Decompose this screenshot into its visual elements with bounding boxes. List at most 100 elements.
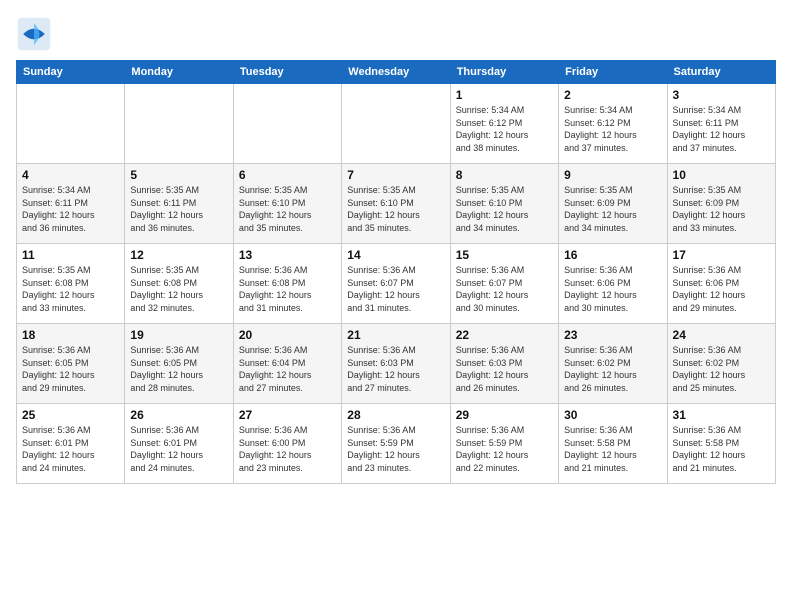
calendar-day-16: 16 Sunrise: 5:36 AM Sunset: 6:06 PM Dayli… <box>559 244 667 324</box>
calendar-empty-cell <box>17 84 125 164</box>
day-info: Sunrise: 5:35 AM Sunset: 6:10 PM Dayligh… <box>456 184 553 234</box>
day-number: 25 <box>22 408 119 422</box>
weekday-header-row: SundayMondayTuesdayWednesdayThursdayFrid… <box>17 61 776 84</box>
calendar-week-row: 4Sunrise: 5:34 AM Sunset: 6:11 PM Daylig… <box>17 164 776 244</box>
day-number: 19 <box>130 328 227 342</box>
day-number: 28 <box>347 408 444 422</box>
calendar-week-row: 25 Sunrise: 5:36 AM Sunset: 6:01 PM Dayli… <box>17 404 776 484</box>
day-number: 16 <box>564 248 661 262</box>
day-info: Sunrise: 5:36 AM Sunset: 5:58 PM Dayligh… <box>673 424 770 474</box>
day-number: 15 <box>456 248 553 262</box>
calendar-day-24: 24 Sunrise: 5:36 AM Sunset: 6:02 PM Dayli… <box>667 324 775 404</box>
calendar-day-31: 31 Sunrise: 5:36 AM Sunset: 5:58 PM Dayli… <box>667 404 775 484</box>
weekday-header-sunday: Sunday <box>17 61 125 84</box>
day-info: Sunrise: 5:35 AM Sunset: 6:08 PM Dayligh… <box>130 264 227 314</box>
day-info: Sunrise: 5:34 AM Sunset: 6:12 PM Dayligh… <box>564 104 661 154</box>
calendar-day-26: 26 Sunrise: 5:36 AM Sunset: 6:01 PM Dayli… <box>125 404 233 484</box>
day-number: 8 <box>456 168 553 182</box>
day-info: Sunrise: 5:36 AM Sunset: 6:02 PM Dayligh… <box>564 344 661 394</box>
day-info: Sunrise: 5:34 AM Sunset: 6:12 PM Dayligh… <box>456 104 553 154</box>
calendar-day-28: 28 Sunrise: 5:36 AM Sunset: 5:59 PM Dayli… <box>342 404 450 484</box>
day-info: Sunrise: 5:36 AM Sunset: 5:58 PM Dayligh… <box>564 424 661 474</box>
day-number: 24 <box>673 328 770 342</box>
day-number: 29 <box>456 408 553 422</box>
calendar-week-row: 18 Sunrise: 5:36 AM Sunset: 6:05 PM Dayli… <box>17 324 776 404</box>
calendar-empty-cell <box>342 84 450 164</box>
day-info: Sunrise: 5:36 AM Sunset: 6:05 PM Dayligh… <box>130 344 227 394</box>
calendar-week-row: 1Sunrise: 5:34 AM Sunset: 6:12 PM Daylig… <box>17 84 776 164</box>
day-info: Sunrise: 5:36 AM Sunset: 6:06 PM Dayligh… <box>673 264 770 314</box>
calendar-day-2: 2 Sunrise: 5:34 AM Sunset: 6:12 PM Daylig… <box>559 84 667 164</box>
calendar-day-9: 9 Sunrise: 5:35 AM Sunset: 6:09 PM Daylig… <box>559 164 667 244</box>
calendar-week-row: 11 Sunrise: 5:35 AM Sunset: 6:08 PM Dayli… <box>17 244 776 324</box>
calendar-day-15: 15Sunrise: 5:36 AM Sunset: 6:07 PM Dayli… <box>450 244 558 324</box>
day-info: Sunrise: 5:36 AM Sunset: 6:03 PM Dayligh… <box>347 344 444 394</box>
day-info: Sunrise: 5:36 AM Sunset: 6:02 PM Dayligh… <box>673 344 770 394</box>
day-info: Sunrise: 5:36 AM Sunset: 5:59 PM Dayligh… <box>456 424 553 474</box>
day-info: Sunrise: 5:36 AM Sunset: 6:07 PM Dayligh… <box>347 264 444 314</box>
calendar-day-25: 25 Sunrise: 5:36 AM Sunset: 6:01 PM Dayli… <box>17 404 125 484</box>
calendar-day-23: 23 Sunrise: 5:36 AM Sunset: 6:02 PM Dayli… <box>559 324 667 404</box>
calendar-day-18: 18 Sunrise: 5:36 AM Sunset: 6:05 PM Dayli… <box>17 324 125 404</box>
day-info: Sunrise: 5:34 AM Sunset: 6:11 PM Dayligh… <box>673 104 770 154</box>
calendar-day-30: 30 Sunrise: 5:36 AM Sunset: 5:58 PM Dayli… <box>559 404 667 484</box>
calendar-day-11: 11Sunrise: 5:35 AM Sunset: 6:08 PM Dayli… <box>17 244 125 324</box>
day-info: Sunrise: 5:35 AM Sunset: 6:10 PM Dayligh… <box>347 184 444 234</box>
weekday-header-tuesday: Tuesday <box>233 61 341 84</box>
day-info: Sunrise: 5:36 AM Sunset: 6:03 PM Dayligh… <box>456 344 553 394</box>
day-number: 13 <box>239 248 336 262</box>
day-info: Sunrise: 5:35 AM Sunset: 6:09 PM Dayligh… <box>673 184 770 234</box>
day-number: 9 <box>564 168 661 182</box>
day-number: 3 <box>673 88 770 102</box>
weekday-header-thursday: Thursday <box>450 61 558 84</box>
day-number: 14 <box>347 248 444 262</box>
calendar-day-17: 17Sunrise: 5:36 AM Sunset: 6:06 PM Dayli… <box>667 244 775 324</box>
calendar-day-22: 22 Sunrise: 5:36 AM Sunset: 6:03 PM Dayli… <box>450 324 558 404</box>
calendar-day-21: 21 Sunrise: 5:36 AM Sunset: 6:03 PM Dayli… <box>342 324 450 404</box>
day-info: Sunrise: 5:36 AM Sunset: 6:00 PM Dayligh… <box>239 424 336 474</box>
day-number: 6 <box>239 168 336 182</box>
day-number: 2 <box>564 88 661 102</box>
calendar-day-27: 27 Sunrise: 5:36 AM Sunset: 6:00 PM Dayli… <box>233 404 341 484</box>
calendar-empty-cell <box>233 84 341 164</box>
weekday-header-monday: Monday <box>125 61 233 84</box>
logo-icon <box>16 16 52 52</box>
calendar-day-1: 1Sunrise: 5:34 AM Sunset: 6:12 PM Daylig… <box>450 84 558 164</box>
day-number: 10 <box>673 168 770 182</box>
calendar-day-7: 7 Sunrise: 5:35 AM Sunset: 6:10 PM Daylig… <box>342 164 450 244</box>
day-number: 23 <box>564 328 661 342</box>
calendar-day-10: 10 Sunrise: 5:35 AM Sunset: 6:09 PM Dayli… <box>667 164 775 244</box>
day-number: 21 <box>347 328 444 342</box>
calendar-empty-cell <box>125 84 233 164</box>
day-number: 31 <box>673 408 770 422</box>
day-number: 20 <box>239 328 336 342</box>
calendar-day-19: 19 Sunrise: 5:36 AM Sunset: 6:05 PM Dayli… <box>125 324 233 404</box>
day-info: Sunrise: 5:36 AM Sunset: 6:08 PM Dayligh… <box>239 264 336 314</box>
day-info: Sunrise: 5:36 AM Sunset: 6:01 PM Dayligh… <box>130 424 227 474</box>
day-number: 22 <box>456 328 553 342</box>
day-number: 4 <box>22 168 119 182</box>
day-info: Sunrise: 5:36 AM Sunset: 6:05 PM Dayligh… <box>22 344 119 394</box>
day-number: 5 <box>130 168 227 182</box>
day-number: 7 <box>347 168 444 182</box>
calendar-table: SundayMondayTuesdayWednesdayThursdayFrid… <box>16 60 776 484</box>
day-number: 12 <box>130 248 227 262</box>
calendar-day-8: 8 Sunrise: 5:35 AM Sunset: 6:10 PM Daylig… <box>450 164 558 244</box>
weekday-header-saturday: Saturday <box>667 61 775 84</box>
weekday-header-wednesday: Wednesday <box>342 61 450 84</box>
day-number: 18 <box>22 328 119 342</box>
day-info: Sunrise: 5:36 AM Sunset: 5:59 PM Dayligh… <box>347 424 444 474</box>
calendar-day-29: 29 Sunrise: 5:36 AM Sunset: 5:59 PM Dayli… <box>450 404 558 484</box>
calendar-day-12: 12 Sunrise: 5:35 AM Sunset: 6:08 PM Dayli… <box>125 244 233 324</box>
page-header <box>16 16 776 52</box>
day-number: 11 <box>22 248 119 262</box>
calendar-day-4: 4Sunrise: 5:34 AM Sunset: 6:11 PM Daylig… <box>17 164 125 244</box>
calendar-day-14: 14 Sunrise: 5:36 AM Sunset: 6:07 PM Dayli… <box>342 244 450 324</box>
day-info: Sunrise: 5:36 AM Sunset: 6:06 PM Dayligh… <box>564 264 661 314</box>
day-number: 26 <box>130 408 227 422</box>
calendar-day-5: 5Sunrise: 5:35 AM Sunset: 6:11 PM Daylig… <box>125 164 233 244</box>
day-info: Sunrise: 5:36 AM Sunset: 6:01 PM Dayligh… <box>22 424 119 474</box>
day-number: 27 <box>239 408 336 422</box>
day-number: 30 <box>564 408 661 422</box>
day-info: Sunrise: 5:35 AM Sunset: 6:09 PM Dayligh… <box>564 184 661 234</box>
